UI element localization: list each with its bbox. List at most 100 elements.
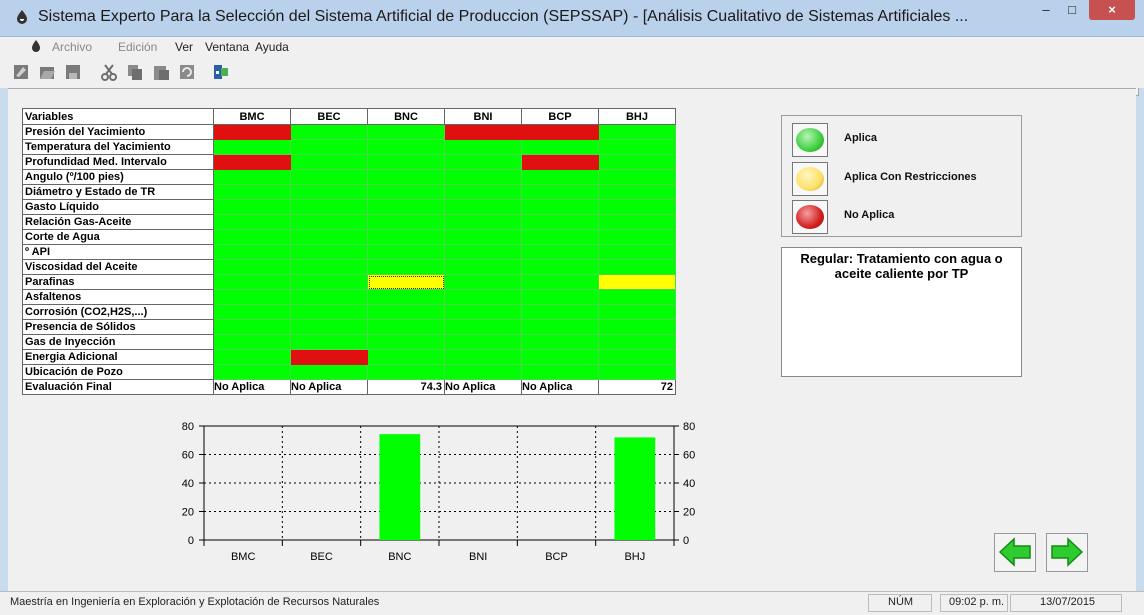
evaluation-cell[interactable]	[444, 319, 522, 335]
evaluation-cell[interactable]	[367, 229, 445, 245]
evaluation-cell[interactable]	[367, 184, 445, 200]
evaluation-cell[interactable]	[521, 349, 599, 365]
evaluation-cell[interactable]	[290, 289, 368, 305]
evaluation-cell[interactable]	[367, 244, 445, 260]
evaluation-cell[interactable]	[521, 319, 599, 335]
cut-icon[interactable]	[100, 63, 118, 81]
evaluation-cell[interactable]	[598, 124, 676, 140]
evaluation-cell[interactable]	[598, 319, 676, 335]
app-menu-icon[interactable]	[30, 40, 42, 53]
evaluation-cell[interactable]	[290, 259, 368, 275]
evaluation-cell[interactable]	[521, 229, 599, 245]
evaluation-cell[interactable]	[290, 274, 368, 290]
open-icon[interactable]	[38, 63, 56, 81]
evaluation-cell[interactable]	[290, 124, 368, 140]
back-button[interactable]	[994, 533, 1036, 572]
evaluation-cell[interactable]	[521, 334, 599, 350]
evaluation-cell[interactable]	[213, 364, 291, 380]
evaluation-cell[interactable]	[290, 139, 368, 155]
evaluation-cell[interactable]	[521, 214, 599, 230]
evaluation-cell[interactable]	[598, 349, 676, 365]
evaluation-cell[interactable]	[367, 319, 445, 335]
evaluation-cell[interactable]	[598, 139, 676, 155]
evaluation-cell[interactable]	[290, 304, 368, 320]
evaluation-cell[interactable]	[444, 139, 522, 155]
evaluation-cell[interactable]	[213, 274, 291, 290]
save-icon[interactable]	[64, 63, 82, 81]
evaluation-cell[interactable]	[367, 259, 445, 275]
evaluation-cell[interactable]	[444, 229, 522, 245]
menu-archivo[interactable]: Archivo	[52, 40, 92, 54]
evaluation-cell[interactable]	[444, 214, 522, 230]
menu-edicion[interactable]: Edición	[118, 40, 157, 54]
evaluation-cell[interactable]	[213, 259, 291, 275]
evaluation-cell[interactable]	[213, 124, 291, 140]
evaluation-cell[interactable]	[521, 199, 599, 215]
evaluation-cell[interactable]	[444, 244, 522, 260]
evaluation-cell[interactable]	[598, 334, 676, 350]
evaluation-cell[interactable]	[521, 169, 599, 185]
evaluation-cell[interactable]	[598, 184, 676, 200]
evaluation-cell[interactable]	[213, 229, 291, 245]
menu-ventana[interactable]: Ventana	[205, 40, 249, 54]
minimize-button[interactable]: –	[1033, 0, 1059, 20]
evaluation-cell[interactable]	[290, 244, 368, 260]
evaluation-cell[interactable]	[290, 319, 368, 335]
evaluation-cell[interactable]	[598, 289, 676, 305]
evaluation-cell[interactable]	[290, 199, 368, 215]
evaluation-cell[interactable]	[367, 154, 445, 170]
app-icon[interactable]	[14, 9, 30, 25]
evaluation-cell[interactable]	[213, 169, 291, 185]
evaluation-cell[interactable]	[290, 169, 368, 185]
evaluation-cell[interactable]	[444, 259, 522, 275]
evaluation-cell[interactable]	[367, 334, 445, 350]
evaluation-cell[interactable]	[213, 154, 291, 170]
evaluation-cell[interactable]	[598, 199, 676, 215]
evaluation-cell[interactable]	[290, 229, 368, 245]
evaluation-cell[interactable]	[213, 319, 291, 335]
evaluation-cell[interactable]	[521, 259, 599, 275]
evaluation-cell[interactable]	[213, 214, 291, 230]
evaluation-cell[interactable]	[213, 244, 291, 260]
evaluation-cell[interactable]	[367, 349, 445, 365]
evaluation-cell[interactable]	[444, 364, 522, 380]
evaluation-cell[interactable]	[521, 184, 599, 200]
evaluation-cell[interactable]	[213, 334, 291, 350]
evaluation-cell[interactable]	[598, 154, 676, 170]
evaluation-cell[interactable]	[444, 169, 522, 185]
evaluation-cell[interactable]	[367, 289, 445, 305]
evaluation-cell[interactable]	[521, 154, 599, 170]
evaluation-cell[interactable]	[521, 304, 599, 320]
evaluation-cell[interactable]	[213, 289, 291, 305]
evaluation-cell[interactable]	[290, 184, 368, 200]
evaluation-cell[interactable]	[598, 304, 676, 320]
evaluation-cell[interactable]	[598, 259, 676, 275]
evaluation-cell[interactable]	[598, 214, 676, 230]
evaluation-cell[interactable]	[521, 124, 599, 140]
evaluation-cell[interactable]	[213, 304, 291, 320]
evaluation-cell[interactable]	[367, 124, 445, 140]
evaluation-cell[interactable]	[598, 244, 676, 260]
exit-icon[interactable]	[212, 63, 230, 81]
evaluation-cell[interactable]	[444, 289, 522, 305]
evaluation-cell[interactable]	[444, 304, 522, 320]
evaluation-cell[interactable]	[521, 244, 599, 260]
close-button[interactable]: ×	[1089, 0, 1135, 20]
evaluation-cell[interactable]	[598, 274, 676, 290]
evaluation-cell[interactable]	[367, 364, 445, 380]
evaluation-cell[interactable]	[367, 199, 445, 215]
evaluation-cell[interactable]	[444, 154, 522, 170]
undo-icon[interactable]	[178, 63, 196, 81]
evaluation-cell[interactable]	[290, 214, 368, 230]
evaluation-cell[interactable]	[290, 154, 368, 170]
evaluation-cell[interactable]	[367, 139, 445, 155]
copy-icon[interactable]	[126, 63, 144, 81]
evaluation-cell[interactable]	[521, 274, 599, 290]
menu-ayuda[interactable]: Ayuda	[255, 40, 289, 54]
evaluation-cell[interactable]	[290, 334, 368, 350]
paste-icon[interactable]	[152, 63, 170, 81]
evaluation-cell[interactable]	[213, 349, 291, 365]
forward-button[interactable]	[1046, 533, 1088, 572]
menu-ver[interactable]: Ver	[175, 40, 193, 54]
evaluation-cell[interactable]	[444, 184, 522, 200]
